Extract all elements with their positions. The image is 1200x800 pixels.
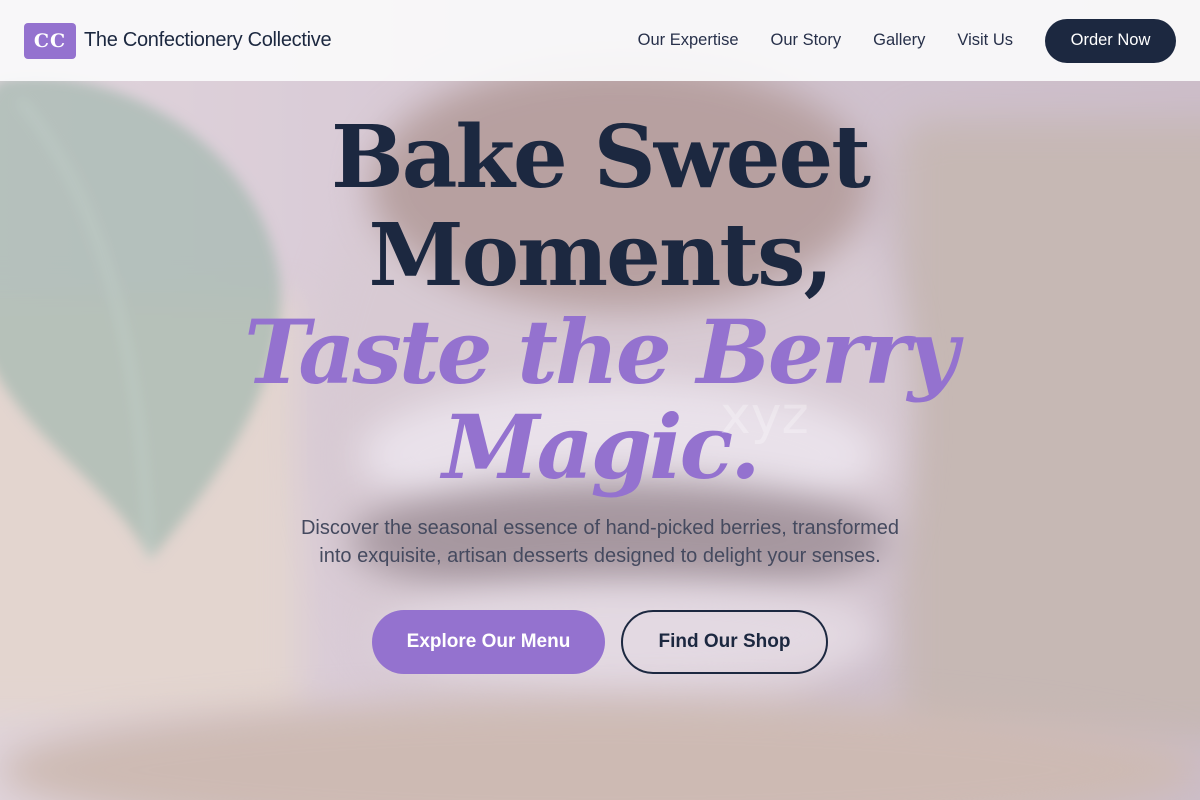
hero-subtitle-line-2: into exquisite, artisan desserts designe…: [319, 545, 881, 567]
hero-headline-line-1: Bake Sweet: [331, 107, 871, 208]
brand-name[interactable]: The Confectionery Collective: [84, 29, 332, 52]
hero-headline-line-2: Moments,: [368, 205, 834, 306]
hero-subtitle: Discover the seasonal essence of hand-pi…: [0, 514, 1200, 570]
find-shop-button[interactable]: Find Our Shop: [621, 610, 828, 674]
watermark-text: xyz: [720, 386, 809, 446]
nav-link-visit-us[interactable]: Visit Us: [957, 31, 1013, 50]
hero-accent-line-1: Taste the Berry: [244, 300, 958, 404]
order-now-button[interactable]: Order Now: [1045, 18, 1176, 63]
logo-badge[interactable]: CC: [24, 22, 76, 59]
nav-link-our-story[interactable]: Our Story: [771, 31, 842, 50]
hero-section: Bake Sweet Moments, Taste the Berry Magi…: [0, 81, 1200, 800]
hero-cta-row: Explore Our Menu Find Our Shop: [0, 610, 1200, 674]
nav-link-gallery[interactable]: Gallery: [873, 31, 925, 50]
site-header: CC The Confectionery Collective Our Expe…: [0, 0, 1200, 81]
hero-accent-line-2: Magic.: [442, 395, 761, 499]
nav-link-our-expertise[interactable]: Our Expertise: [638, 31, 739, 50]
main-nav: Our Expertise Our Story Gallery Visit Us: [638, 31, 1013, 50]
hero-subtitle-line-1: Discover the seasonal essence of hand-pi…: [300, 517, 900, 539]
explore-menu-button[interactable]: Explore Our Menu: [372, 610, 605, 674]
